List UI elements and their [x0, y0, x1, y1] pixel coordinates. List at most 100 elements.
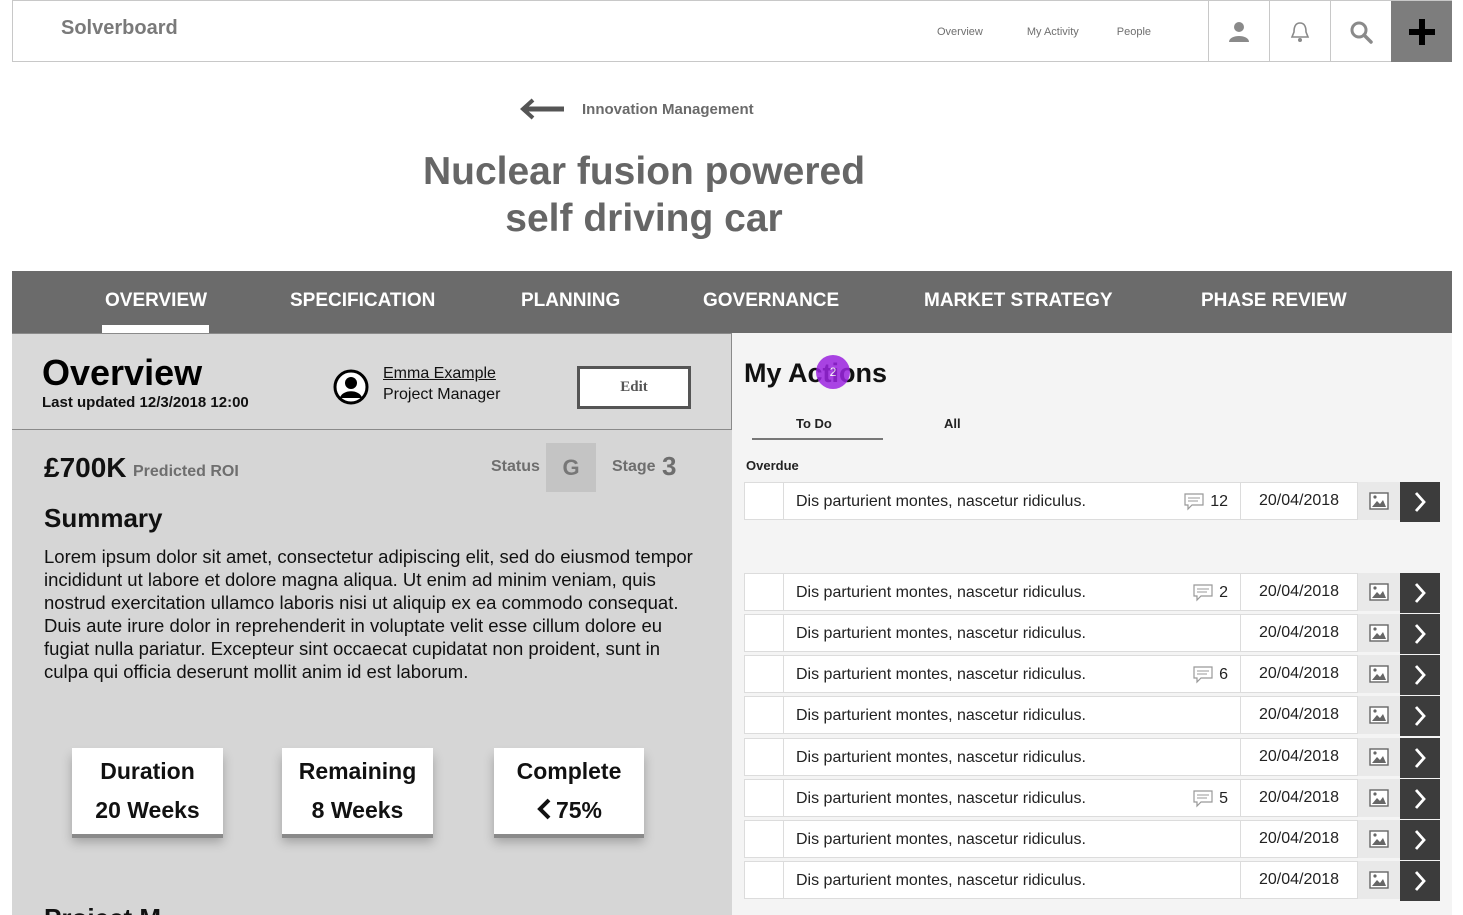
- manager-role: Project Manager: [383, 386, 501, 403]
- action-text-cell: Dis parturient montes, nascetur ridiculu…: [784, 820, 1241, 858]
- open-action-button[interactable]: [1400, 573, 1440, 613]
- action-row[interactable]: Dis parturient montes, nascetur ridiculu…: [744, 614, 1440, 654]
- action-date: 20/04/2018: [1241, 861, 1358, 899]
- action-row[interactable]: Dis parturient montes, nascetur ridiculu…: [744, 820, 1440, 860]
- attachment-button[interactable]: [1358, 696, 1400, 734]
- action-checkbox[interactable]: [744, 861, 784, 899]
- action-row[interactable]: Dis parturient montes, nascetur ridiculu…: [744, 655, 1440, 695]
- attachment-button[interactable]: [1358, 779, 1400, 817]
- tab-phase-review[interactable]: PHASE REVIEW: [1201, 290, 1347, 312]
- open-action-button[interactable]: [1400, 614, 1440, 654]
- attachment-button[interactable]: [1358, 482, 1400, 520]
- action-text-cell: Dis parturient montes, nascetur ridiculu…: [784, 655, 1241, 693]
- plus-icon[interactable]: [1391, 1, 1452, 62]
- open-action-button[interactable]: [1400, 482, 1440, 522]
- overview-title: Overview: [42, 352, 203, 393]
- open-action-button[interactable]: [1400, 861, 1440, 901]
- complete-value: 75%: [555, 797, 603, 823]
- comment-count[interactable]: 6: [1193, 666, 1228, 684]
- action-row[interactable]: Dis parturient montes, nascetur ridiculu…: [744, 779, 1440, 819]
- tab-overview[interactable]: OVERVIEW: [101, 290, 210, 333]
- subtab-to-do[interactable]: To Do: [796, 416, 832, 431]
- subtab-all[interactable]: All: [944, 416, 961, 431]
- nav-link-people[interactable]: People: [1117, 26, 1151, 38]
- status-badge: G: [546, 443, 596, 492]
- action-row[interactable]: Dis parturient montes, nascetur ridiculu…: [744, 738, 1440, 778]
- summary-heading: Summary: [44, 503, 163, 533]
- brand-logo[interactable]: Solverboard: [61, 17, 178, 40]
- summary-text: Lorem ipsum dolor sit amet, consectetur …: [44, 546, 693, 682]
- bell-icon[interactable]: [1269, 1, 1330, 62]
- image-icon: [1369, 583, 1389, 601]
- comment-count-value: 6: [1219, 666, 1228, 683]
- image-icon: [1369, 871, 1389, 889]
- remaining-value: 8 Weeks: [311, 797, 404, 823]
- action-text: Dis parturient montes, nascetur ridiculu…: [796, 790, 1086, 807]
- action-text: Dis parturient montes, nascetur ridiculu…: [796, 831, 1086, 848]
- nav-link-overview[interactable]: Overview: [937, 26, 983, 38]
- comment-icon: [1193, 584, 1213, 602]
- image-icon: [1369, 706, 1389, 724]
- action-text: Dis parturient montes, nascetur ridiculu…: [796, 584, 1086, 601]
- user-icon[interactable]: [1208, 1, 1269, 62]
- tab-planning[interactable]: PLANNING: [521, 290, 620, 312]
- action-text: Dis parturient montes, nascetur ridiculu…: [796, 493, 1086, 510]
- back-link[interactable]: Innovation Management: [520, 98, 754, 120]
- action-row[interactable]: Dis parturient montes, nascetur ridiculu…: [744, 573, 1440, 613]
- tab-governance[interactable]: GOVERNANCE: [703, 290, 839, 312]
- comment-count[interactable]: 12: [1184, 493, 1228, 511]
- chevron-right-icon: [1414, 583, 1426, 603]
- comment-count[interactable]: 5: [1193, 790, 1228, 808]
- action-text: Dis parturient montes, nascetur ridiculu…: [796, 625, 1086, 642]
- action-checkbox[interactable]: [744, 573, 784, 611]
- attachment-button[interactable]: [1358, 861, 1400, 899]
- comment-count-value: 2: [1219, 584, 1228, 601]
- action-checkbox[interactable]: [744, 820, 784, 858]
- action-checkbox[interactable]: [744, 779, 784, 817]
- action-checkbox[interactable]: [744, 614, 784, 652]
- remaining-card: Remaining 8 Weeks: [282, 748, 433, 834]
- comment-count[interactable]: 2: [1193, 584, 1228, 602]
- action-row[interactable]: Dis parturient montes, nascetur ridiculu…: [744, 482, 1440, 522]
- top-header: Solverboard Overview My Activity People: [12, 0, 1452, 62]
- attachment-button[interactable]: [1358, 738, 1400, 776]
- duration-card: Duration 20 Weeks: [72, 748, 223, 834]
- open-action-button[interactable]: [1400, 779, 1440, 819]
- action-row[interactable]: Dis parturient montes, nascetur ridiculu…: [744, 696, 1440, 736]
- nav-link-my-activity[interactable]: My Activity: [1027, 26, 1079, 38]
- open-action-button[interactable]: [1400, 696, 1440, 736]
- attachment-button[interactable]: [1358, 820, 1400, 858]
- action-text-cell: Dis parturient montes, nascetur ridiculu…: [784, 573, 1241, 611]
- chevron-right-icon: [1414, 706, 1426, 726]
- action-checkbox[interactable]: [744, 482, 784, 520]
- roi-value: £700K: [44, 452, 127, 483]
- action-row[interactable]: Dis parturient montes, nascetur ridiculu…: [744, 861, 1440, 901]
- attachment-button[interactable]: [1358, 614, 1400, 652]
- action-checkbox[interactable]: [744, 655, 784, 693]
- action-text: Dis parturient montes, nascetur ridiculu…: [796, 749, 1086, 766]
- open-action-button[interactable]: [1400, 820, 1440, 860]
- chevron-right-icon: [1414, 492, 1426, 512]
- chevron-right-icon: [1414, 830, 1426, 850]
- search-icon[interactable]: [1330, 1, 1391, 62]
- open-action-button[interactable]: [1400, 738, 1440, 778]
- tab-specification[interactable]: SPECIFICATION: [290, 290, 435, 312]
- tab-market-strategy[interactable]: MARKET STRATEGY: [924, 290, 1113, 312]
- chevron-right-icon: [1414, 748, 1426, 768]
- open-action-button[interactable]: [1400, 655, 1440, 695]
- comment-icon: [1193, 790, 1213, 808]
- manager-name-link[interactable]: Emma Example: [383, 365, 496, 383]
- attachment-button[interactable]: [1358, 573, 1400, 611]
- page-title-line-2: self driving car: [505, 197, 783, 240]
- action-text: Dis parturient montes, nascetur ridiculu…: [796, 872, 1086, 889]
- action-checkbox[interactable]: [744, 696, 784, 734]
- edit-button[interactable]: Edit: [577, 366, 691, 409]
- chevron-left-icon[interactable]: [536, 798, 552, 820]
- action-date: 20/04/2018: [1241, 482, 1358, 520]
- attachment-button[interactable]: [1358, 655, 1400, 693]
- action-checkbox[interactable]: [744, 738, 784, 776]
- action-text: Dis parturient montes, nascetur ridiculu…: [796, 707, 1086, 724]
- image-icon: [1369, 624, 1389, 642]
- subtab-active-indicator: [752, 438, 883, 440]
- action-text-cell: Dis parturient montes, nascetur ridiculu…: [784, 861, 1241, 899]
